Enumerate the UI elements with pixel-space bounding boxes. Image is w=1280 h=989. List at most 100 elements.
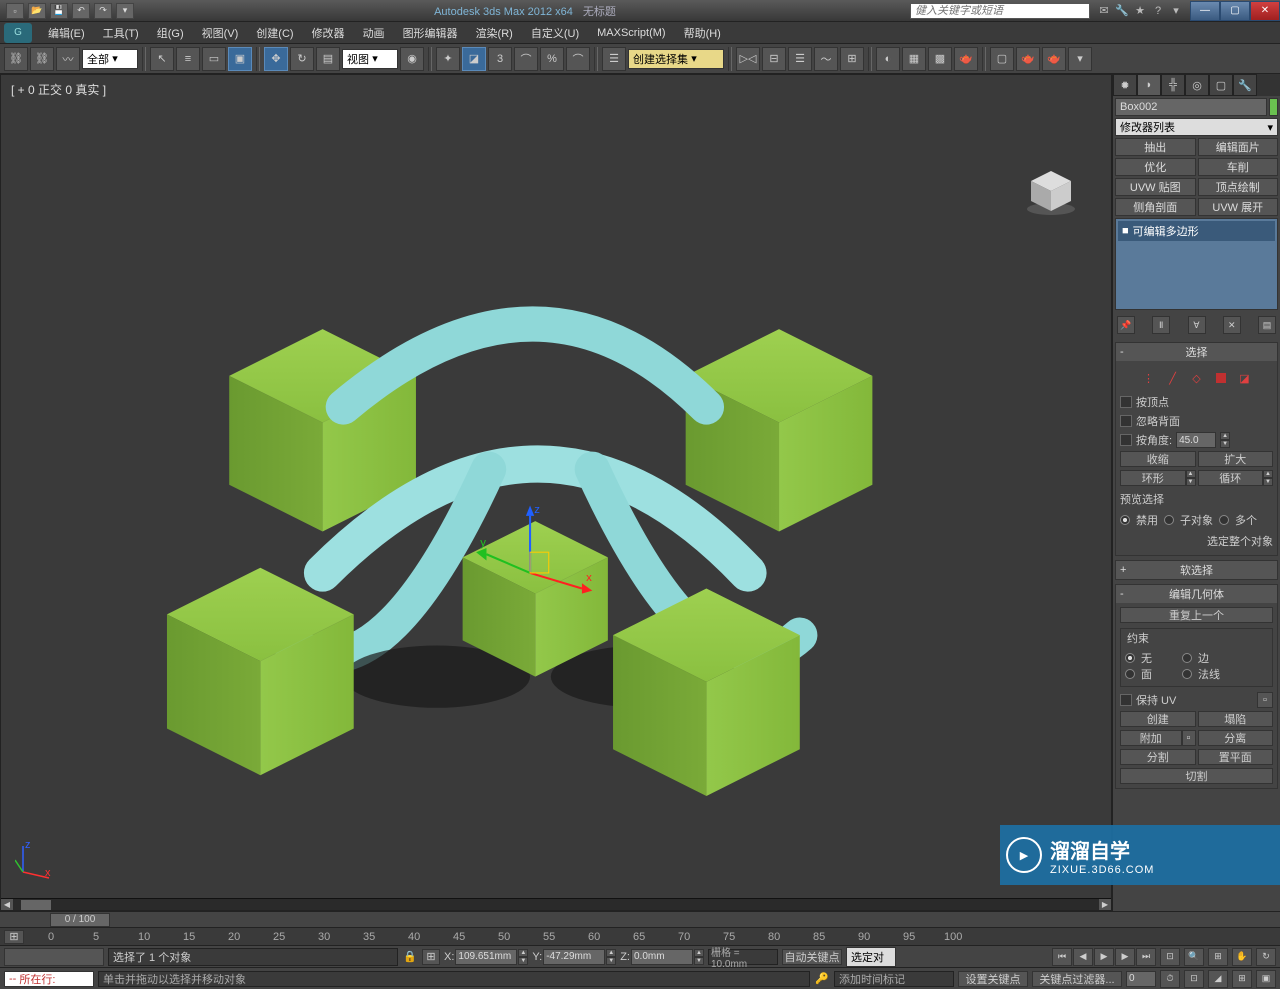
ignore-backfacing-checkbox[interactable] [1120,415,1132,427]
viewport-scrollbar[interactable]: ◀ ▶ [1,898,1111,910]
collapse-button[interactable]: 塌陷 [1198,711,1274,727]
menu-edit[interactable]: 编辑(E) [40,23,93,43]
modifier-stack[interactable]: ■可编辑多边形 [1115,218,1278,310]
qat-save-icon[interactable]: 💾 [50,3,68,19]
render-preset-icon[interactable]: 🫖 [1016,47,1040,71]
timeline-config-icon[interactable]: ⊞ [4,930,24,944]
scroll-left-icon[interactable]: ◀ [1,899,13,910]
dropdown-icon[interactable]: ▾ [1168,3,1184,19]
menu-rendering[interactable]: 渲染(R) [468,23,521,43]
mod-extrude-button[interactable]: 抽出 [1115,138,1196,156]
modifier-list-dropdown[interactable]: 修改器列表▾ [1115,118,1278,136]
z-down-icon[interactable]: ▼ [694,957,704,965]
isolate-icon[interactable]: ⊡ [1160,948,1180,966]
qat-redo-icon[interactable]: ↷ [94,3,112,19]
align-icon[interactable]: ⊟ [762,47,786,71]
menu-modifiers[interactable]: 修改器 [304,23,353,43]
constraint-none-radio[interactable] [1125,653,1135,663]
menu-graph-editors[interactable]: 图形编辑器 [395,23,466,43]
mod-vertex-paint-button[interactable]: 顶点绘制 [1198,178,1279,196]
qat-open-icon[interactable]: 📂 [28,3,46,19]
angle-spinner[interactable]: 45.0 [1176,432,1216,448]
make-unique-icon[interactable]: ∀ [1188,316,1206,334]
edge-level-icon[interactable]: ╱ [1164,369,1182,387]
favorites-icon[interactable]: ★ [1132,3,1148,19]
menu-maxscript[interactable]: MAXScript(M) [589,25,673,41]
link-icon[interactable]: ⛓ [4,47,28,71]
object-color-swatch[interactable] [1269,98,1278,116]
nav-zoom-icon[interactable]: 🔍 [1184,948,1204,966]
render-setup-icon[interactable]: ▦ [902,47,926,71]
constraint-normal-radio[interactable] [1182,669,1192,679]
shrink-button[interactable]: 收缩 [1120,451,1196,467]
script-mini-listener[interactable] [4,948,104,966]
show-end-result-icon[interactable]: Ⅱ [1152,316,1170,334]
named-selection-dropdown[interactable]: 创建选择集▾ [628,49,724,69]
border-level-icon[interactable]: ◇ [1188,369,1206,387]
app-menu-icon[interactable]: G [4,23,32,43]
loop-down-icon[interactable]: ▼ [1263,478,1273,486]
x-down-icon[interactable]: ▼ [518,957,528,965]
absolute-mode-icon[interactable]: ⊞ [422,949,440,965]
create-button[interactable]: 创建 [1120,711,1196,727]
angle-snap-icon[interactable]: 3 [488,47,512,71]
mod-edit-patch-button[interactable]: 编辑面片 [1198,138,1279,156]
menu-group[interactable]: 组(G) [149,23,192,43]
help-search-input[interactable] [910,3,1090,19]
rollout-selection-header[interactable]: -选择 [1116,343,1277,361]
tab-modify-icon[interactable]: ◗ [1137,74,1161,96]
next-frame-icon[interactable]: ▶ [1115,948,1135,966]
angle-down-icon[interactable]: ▼ [1220,440,1230,448]
y-input[interactable]: -47.29mm [543,949,605,965]
schematic-view-icon[interactable]: ⊞ [840,47,864,71]
frame-indicator[interactable]: 0 / 100 [50,913,110,927]
tab-motion-icon[interactable]: ◎ [1185,74,1209,96]
add-time-tag[interactable]: 添加时间标记 [834,971,954,987]
object-name-input[interactable] [1115,98,1267,116]
rollout-edit-geometry-header[interactable]: -编辑几何体 [1116,585,1277,603]
layers-icon[interactable]: ☰ [788,47,812,71]
attach-settings-button[interactable]: ▫ [1182,730,1196,746]
current-frame-input[interactable]: 0 [1126,971,1156,987]
nav-zoom-all-icon[interactable]: ⊞ [1208,948,1228,966]
nav-orbit-icon[interactable]: ↻ [1256,948,1276,966]
qat-dropdown-icon[interactable]: ▾ [116,3,134,19]
maximize-button[interactable]: ▢ [1220,1,1250,21]
slice-plane-button[interactable]: 分割 [1120,749,1196,765]
lock-selection-icon[interactable]: 🔒 [402,949,418,965]
z-up-icon[interactable]: ▲ [694,949,704,957]
viewcube-icon[interactable] [1021,167,1081,217]
by-angle-checkbox[interactable] [1120,434,1132,446]
ring-up-icon[interactable]: ▲ [1186,470,1196,478]
teapot-icon[interactable]: 🫖 [1042,47,1066,71]
mod-lathe-button[interactable]: 车削 [1198,158,1279,176]
help-icon[interactable]: ? [1150,3,1166,19]
preview-subobj-radio[interactable] [1164,515,1174,525]
select-scale-icon[interactable]: ▤ [316,47,340,71]
coord-system-dropdown[interactable]: 视图▾ [342,49,398,69]
attach-button[interactable]: 附加 [1120,730,1182,746]
select-region-icon[interactable]: ▭ [202,47,226,71]
key-filters-button[interactable]: 关键点过滤器... [1032,971,1122,987]
teapot2-icon[interactable]: ▾ [1068,47,1092,71]
preview-off-radio[interactable] [1120,515,1130,525]
material-editor-icon[interactable]: ◐ [876,47,900,71]
close-button[interactable]: ✕ [1250,1,1280,21]
constraint-face-radio[interactable] [1125,669,1135,679]
select-by-name-icon[interactable]: ≡ [176,47,200,71]
snap-options-icon[interactable]: ⌒ [566,47,590,71]
reset-plane-button[interactable]: 置平面 [1198,749,1274,765]
bind-spacewarp-icon[interactable]: 〰 [56,47,80,71]
select-object-icon[interactable]: ↖ [150,47,174,71]
preview-multi-radio[interactable] [1219,515,1229,525]
loop-button[interactable]: 循环 [1198,470,1264,486]
grow-button[interactable]: 扩大 [1198,451,1274,467]
pin-stack-icon[interactable]: 📌 [1117,316,1135,334]
z-input[interactable]: 0.0mm [631,949,693,965]
nav-pan-icon[interactable]: ✋ [1232,948,1252,966]
element-level-icon[interactable]: ◪ [1236,369,1254,387]
minimize-button[interactable]: — [1190,1,1220,21]
time-slider[interactable]: 0 / 100 [0,911,1280,927]
mod-optimize-button[interactable]: 优化 [1115,158,1196,176]
window-crossing-icon[interactable]: ▣ [228,47,252,71]
